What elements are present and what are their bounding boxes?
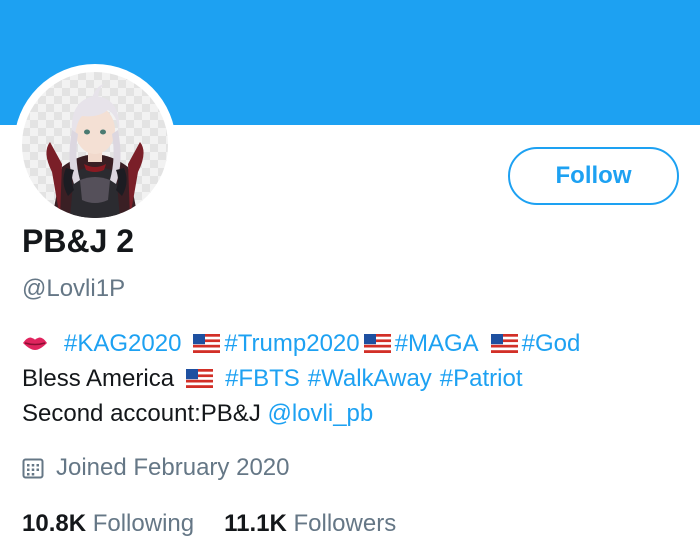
following-count: 10.8K	[22, 510, 87, 537]
followers-label: Followers	[293, 510, 397, 537]
hashtag-link[interactable]: #WalkAway	[308, 365, 432, 392]
profile-bio: #KAG2020 #Trump2020 #MAGA #God Bless Ame…	[22, 326, 682, 431]
hashtag-link[interactable]: #Patriot	[440, 365, 523, 392]
us-flag-icon	[363, 334, 391, 353]
bio-line-2: Bless America #FBTS #WalkAway #Patriot	[22, 361, 682, 396]
hashtag-link[interactable]: #FBTS	[225, 365, 300, 392]
hashtag-link[interactable]: #Trump2020	[224, 330, 359, 357]
mention-link[interactable]: @lovli_pb	[268, 400, 374, 427]
joined-date: Joined February 2020	[22, 454, 289, 482]
joined-text: Joined February 2020	[56, 454, 290, 481]
following-stat[interactable]: 10.8K Following	[22, 510, 194, 537]
follow-button[interactable]: Follow	[508, 147, 679, 205]
hashtag-link[interactable]: #MAGA	[395, 330, 479, 357]
following-label: Following	[92, 510, 195, 537]
lips-icon	[23, 337, 47, 350]
display-name: PB&J 2	[22, 223, 135, 259]
follow-stats: 10.8K Following 11.1K Followers	[22, 510, 396, 538]
calendar-icon	[22, 458, 44, 479]
hashtag-link[interactable]: #God	[522, 330, 581, 357]
profile-avatar[interactable]	[22, 72, 168, 218]
followers-count: 11.1K	[224, 510, 287, 537]
avatar-illustration	[46, 84, 144, 218]
hashtag-link[interactable]: #KAG2020	[64, 330, 181, 357]
us-flag-icon	[193, 334, 221, 353]
bio-line-1: #KAG2020 #Trump2020 #MAGA #God	[22, 326, 682, 361]
us-flag-icon	[186, 369, 214, 388]
bio-line-3: Second account:PB&J @lovli_pb	[22, 396, 682, 431]
user-handle: @Lovli1P	[22, 275, 126, 302]
bio-text: Second account:PB&J	[22, 400, 261, 427]
us-flag-icon	[490, 334, 518, 353]
followers-stat[interactable]: 11.1K Followers	[224, 510, 396, 537]
bio-text: Bless America	[22, 365, 175, 392]
